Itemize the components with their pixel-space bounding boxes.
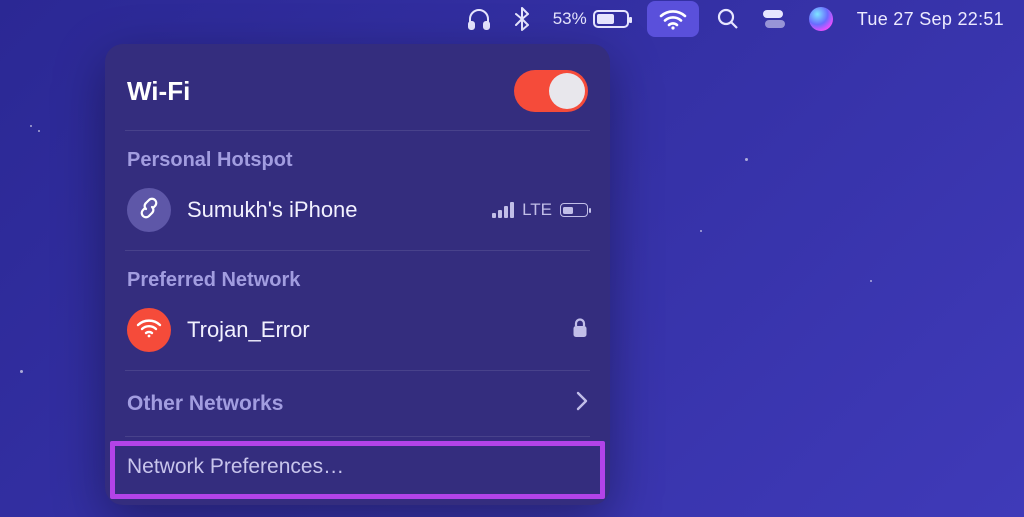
desktop-star bbox=[30, 125, 32, 127]
desktop-star bbox=[20, 370, 23, 373]
preferred-ssid: Trojan_Error bbox=[187, 317, 556, 343]
desktop-star bbox=[870, 280, 872, 282]
clock-text: Tue 27 Sep 22:51 bbox=[857, 9, 1004, 30]
battery-menu[interactable]: 53% bbox=[547, 0, 635, 38]
other-networks-row[interactable]: Other Networks bbox=[117, 375, 598, 432]
audio-output-menu[interactable] bbox=[461, 0, 497, 38]
bluetooth-icon bbox=[515, 7, 529, 31]
wifi-icon bbox=[136, 317, 162, 344]
lock-indicator bbox=[572, 318, 588, 343]
wifi-icon bbox=[659, 8, 687, 30]
wifi-toggle[interactable] bbox=[514, 70, 588, 112]
bluetooth-menu[interactable] bbox=[509, 0, 535, 38]
hotspot-device-name: Sumukh's iPhone bbox=[187, 197, 476, 223]
preferred-network-row[interactable]: Trojan_Error bbox=[117, 302, 598, 366]
network-preferences-row[interactable]: Network Preferences… bbox=[117, 441, 598, 493]
network-type-label: LTE bbox=[522, 200, 552, 220]
chevron-right-icon bbox=[576, 391, 588, 416]
link-icon bbox=[137, 196, 161, 225]
battery-icon bbox=[593, 10, 629, 28]
hotspot-battery-icon bbox=[560, 203, 588, 217]
signal-bars-icon bbox=[492, 202, 514, 218]
network-preferences-label: Network Preferences… bbox=[127, 455, 344, 479]
connected-wifi-circle bbox=[127, 308, 171, 352]
hotspot-status: LTE bbox=[492, 200, 588, 220]
wifi-title: Wi-Fi bbox=[127, 76, 190, 107]
hotspot-circle bbox=[127, 188, 171, 232]
hotspot-row[interactable]: Sumukh's iPhone LTE bbox=[117, 182, 598, 246]
control-center-menu[interactable] bbox=[757, 0, 791, 38]
search-icon bbox=[717, 8, 739, 30]
divider bbox=[125, 250, 590, 251]
divider bbox=[125, 130, 590, 131]
toggle-knob bbox=[549, 73, 585, 109]
divider bbox=[125, 436, 590, 437]
wifi-dropdown: Wi-Fi Personal Hotspot Sumukh's iPhone L… bbox=[105, 44, 610, 505]
spotlight-menu[interactable] bbox=[711, 0, 745, 38]
headphones-icon bbox=[467, 8, 491, 30]
preferred-heading: Preferred Network bbox=[117, 255, 598, 302]
divider bbox=[125, 370, 590, 371]
clock-menu[interactable]: Tue 27 Sep 22:51 bbox=[851, 0, 1010, 38]
desktop-star bbox=[745, 158, 748, 161]
hotspot-heading: Personal Hotspot bbox=[117, 135, 598, 182]
wifi-menu[interactable] bbox=[647, 1, 699, 37]
siri-icon bbox=[809, 7, 833, 31]
other-networks-label: Other Networks bbox=[127, 392, 283, 416]
lock-icon bbox=[572, 318, 588, 343]
siri-menu[interactable] bbox=[803, 0, 839, 38]
control-center-icon bbox=[763, 10, 785, 28]
desktop-star bbox=[700, 230, 702, 232]
battery-percent-text: 53% bbox=[553, 9, 587, 29]
desktop-star bbox=[38, 130, 40, 132]
wifi-header-row: Wi-Fi bbox=[117, 62, 598, 126]
menubar: 53% Tue 27 Sep 22 bbox=[0, 0, 1024, 38]
